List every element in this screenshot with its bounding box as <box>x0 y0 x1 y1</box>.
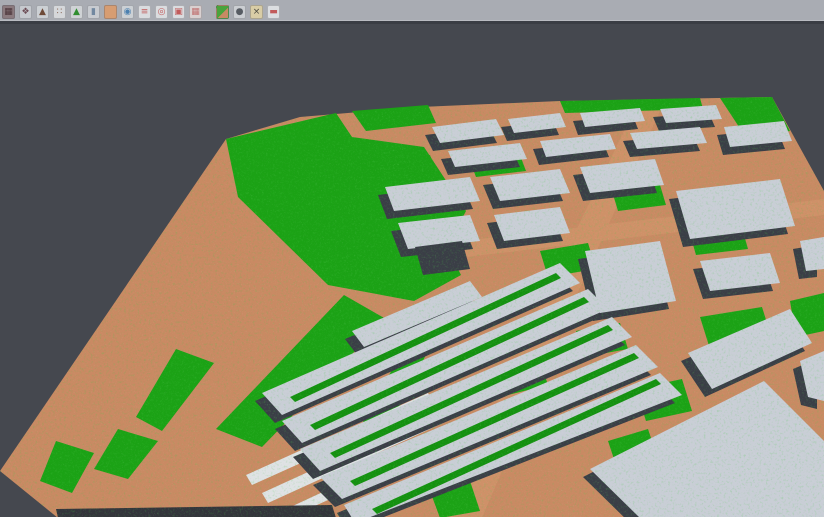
toolbar-icon-glyph: ▬ <box>269 8 278 17</box>
toolbar-icon-glyph: ▣ <box>174 8 183 17</box>
toolbar-icon-glyph: ◎ <box>158 8 166 17</box>
target-icon[interactable]: ◎ <box>155 5 168 19</box>
layers-icon[interactable]: ≡ <box>138 5 151 19</box>
viewport-3d-canvas[interactable] <box>0 24 824 517</box>
globe-icon[interactable]: ◉ <box>121 5 134 19</box>
application-window: ▦ ❖ ▲ ∷ ▲ ▮ ◉ ≡ ◎ ▣ ▦ ● × ▬ <box>0 0 824 517</box>
toolbar-icon-glyph: ● <box>236 8 244 17</box>
toolbar-icon-glyph: ▲ <box>39 8 46 17</box>
pan-icon[interactable]: ❖ <box>19 5 32 19</box>
toolbar-icon-glyph: ▦ <box>4 8 13 17</box>
toolbar-icon-glyph: ∷ <box>57 8 63 17</box>
points-icon[interactable]: ∷ <box>53 5 66 19</box>
point-cloud-speckle <box>0 24 824 517</box>
bounds-icon[interactable]: ▣ <box>172 5 185 19</box>
toolbar-icon-glyph: ≡ <box>141 8 149 17</box>
sphere-icon[interactable]: ● <box>233 5 246 19</box>
toolbar-icon-glyph: ◉ <box>124 8 132 17</box>
vegetation-hill-icon[interactable]: ▲ <box>70 5 83 19</box>
ortho-square-icon[interactable] <box>104 5 117 19</box>
toolbar-icon-glyph: ▦ <box>191 8 200 17</box>
grid-icon[interactable]: ▦ <box>189 5 202 19</box>
toolbar-icon-glyph: ▲ <box>73 8 80 17</box>
classification-icon[interactable] <box>216 5 229 19</box>
toolbar: ▦ ❖ ▲ ∷ ▲ ▮ ◉ ≡ ◎ ▣ ▦ ● × ▬ <box>0 0 824 21</box>
viewport-3d <box>0 24 824 517</box>
toolbar-icon-glyph: ❖ <box>21 8 29 17</box>
flag-icon[interactable]: ▬ <box>267 5 280 19</box>
toolbar-icon-glyph: ▮ <box>91 8 96 17</box>
terrain-icon[interactable]: ▲ <box>36 5 49 19</box>
toolbar-icon-glyph: × <box>253 8 261 17</box>
profile-icon[interactable]: ▮ <box>87 5 100 19</box>
marker-x-icon[interactable]: × <box>250 5 263 19</box>
open-file-icon[interactable]: ▦ <box>2 5 15 19</box>
